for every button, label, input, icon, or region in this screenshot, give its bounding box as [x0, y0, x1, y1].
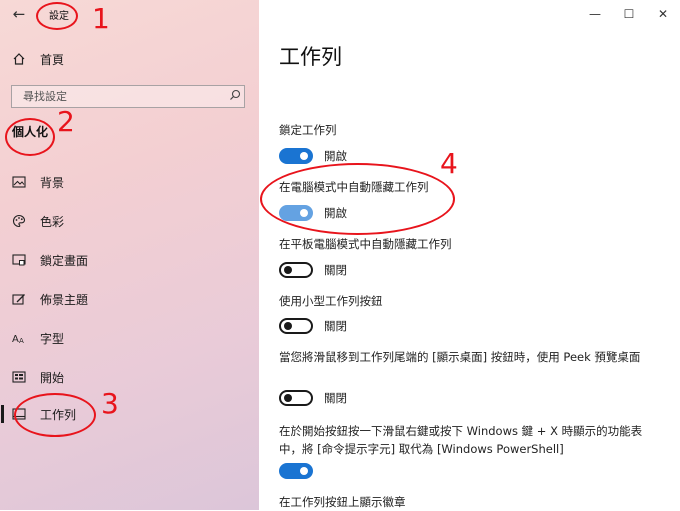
search-input[interactable]: [12, 89, 226, 104]
annotation-circle-3: [14, 393, 96, 437]
sidebar-item-label: 背景: [40, 175, 65, 190]
selection-indicator: [1, 405, 4, 423]
annotation-number-2: 2: [57, 105, 75, 138]
sidebar-item-themes[interactable]: 佈景主題: [0, 284, 259, 314]
sidebar-item-label: 佈景主題: [40, 292, 89, 307]
sidebar-item-fonts[interactable]: AA 字型: [0, 323, 259, 353]
svg-text:A: A: [19, 337, 24, 344]
annotation-circle-4: [260, 163, 455, 235]
sidebar-item-label: 開始: [40, 370, 65, 385]
sidebar-item-start[interactable]: 開始: [0, 362, 259, 392]
toggle-state-label: 關閉: [324, 319, 347, 333]
search-box[interactable]: [11, 85, 245, 108]
annotation-circle-2: [5, 118, 55, 156]
sidebar-item-background[interactable]: 背景: [0, 167, 259, 197]
toggle-knob: [300, 467, 308, 475]
start-icon: [11, 369, 27, 385]
small-buttons-toggle[interactable]: [279, 318, 313, 334]
minimize-icon[interactable]: —: [578, 0, 612, 28]
annotation-number-4: 4: [440, 147, 458, 180]
toggle-knob: [284, 322, 292, 330]
toggle-knob: [300, 152, 308, 160]
back-arrow-icon[interactable]: ←: [8, 4, 30, 24]
toggle-knob: [284, 394, 292, 402]
theme-icon: [11, 291, 27, 307]
font-icon: AA: [11, 330, 27, 346]
peek-toggle[interactable]: [279, 390, 313, 406]
main-panel: — ☐ ✕ 工作列 鎖定工作列 開啟 在電腦模式中自動隱藏工作列 開啟 在平板電…: [259, 0, 680, 510]
maximize-icon[interactable]: ☐: [612, 0, 646, 28]
setting-label-powershell: 在於開始按鈕按一下滑鼠右鍵或按下 Windows 鍵 + X 時顯示的功能表中，…: [279, 424, 643, 456]
setting-label-autohide-tablet: 在平板電腦模式中自動隱藏工作列: [279, 237, 452, 251]
annotation-number-1: 1: [92, 2, 110, 35]
window-controls: — ☐ ✕: [578, 0, 680, 28]
sidebar-item-home[interactable]: 首頁: [0, 44, 259, 74]
image-icon: [11, 174, 27, 190]
toggle-state-label: 開啟: [324, 149, 347, 163]
annotation-number-3: 3: [101, 387, 119, 420]
setting-label-peek: 當您將滑鼠移到工作列尾端的 [顯示桌面] 按鈕時，使用 Peek 預覽桌面: [279, 350, 641, 364]
palette-icon: [11, 213, 27, 229]
lock-screen-icon: [11, 252, 27, 268]
sidebar-item-label: 色彩: [40, 214, 65, 229]
setting-label-lock-taskbar: 鎖定工作列: [279, 123, 337, 137]
sidebar-item-label: 字型: [40, 331, 65, 346]
lock-taskbar-toggle[interactable]: [279, 148, 313, 164]
svg-text:A: A: [12, 334, 19, 344]
sidebar-item-lock-screen[interactable]: 鎖定畫面: [0, 245, 259, 275]
setting-label-badges: 在工作列按鈕上顯示徽章: [279, 495, 406, 509]
sidebar-item-label: 首頁: [40, 52, 65, 67]
sidebar-item-label: 鎖定畫面: [40, 253, 89, 268]
search-icon[interactable]: [226, 89, 244, 104]
close-icon[interactable]: ✕: [646, 0, 680, 28]
sidebar-item-color[interactable]: 色彩: [0, 206, 259, 236]
toggle-knob: [284, 266, 292, 274]
setting-label-small-buttons: 使用小型工作列按鈕: [279, 294, 383, 308]
toggle-state-label: 關閉: [324, 391, 347, 405]
home-icon: [11, 51, 27, 67]
toggle-state-label: 關閉: [324, 263, 347, 277]
page-title: 工作列: [279, 45, 342, 69]
annotation-circle-1: [36, 2, 78, 30]
autohide-tablet-toggle[interactable]: [279, 262, 313, 278]
powershell-toggle[interactable]: [279, 463, 313, 479]
